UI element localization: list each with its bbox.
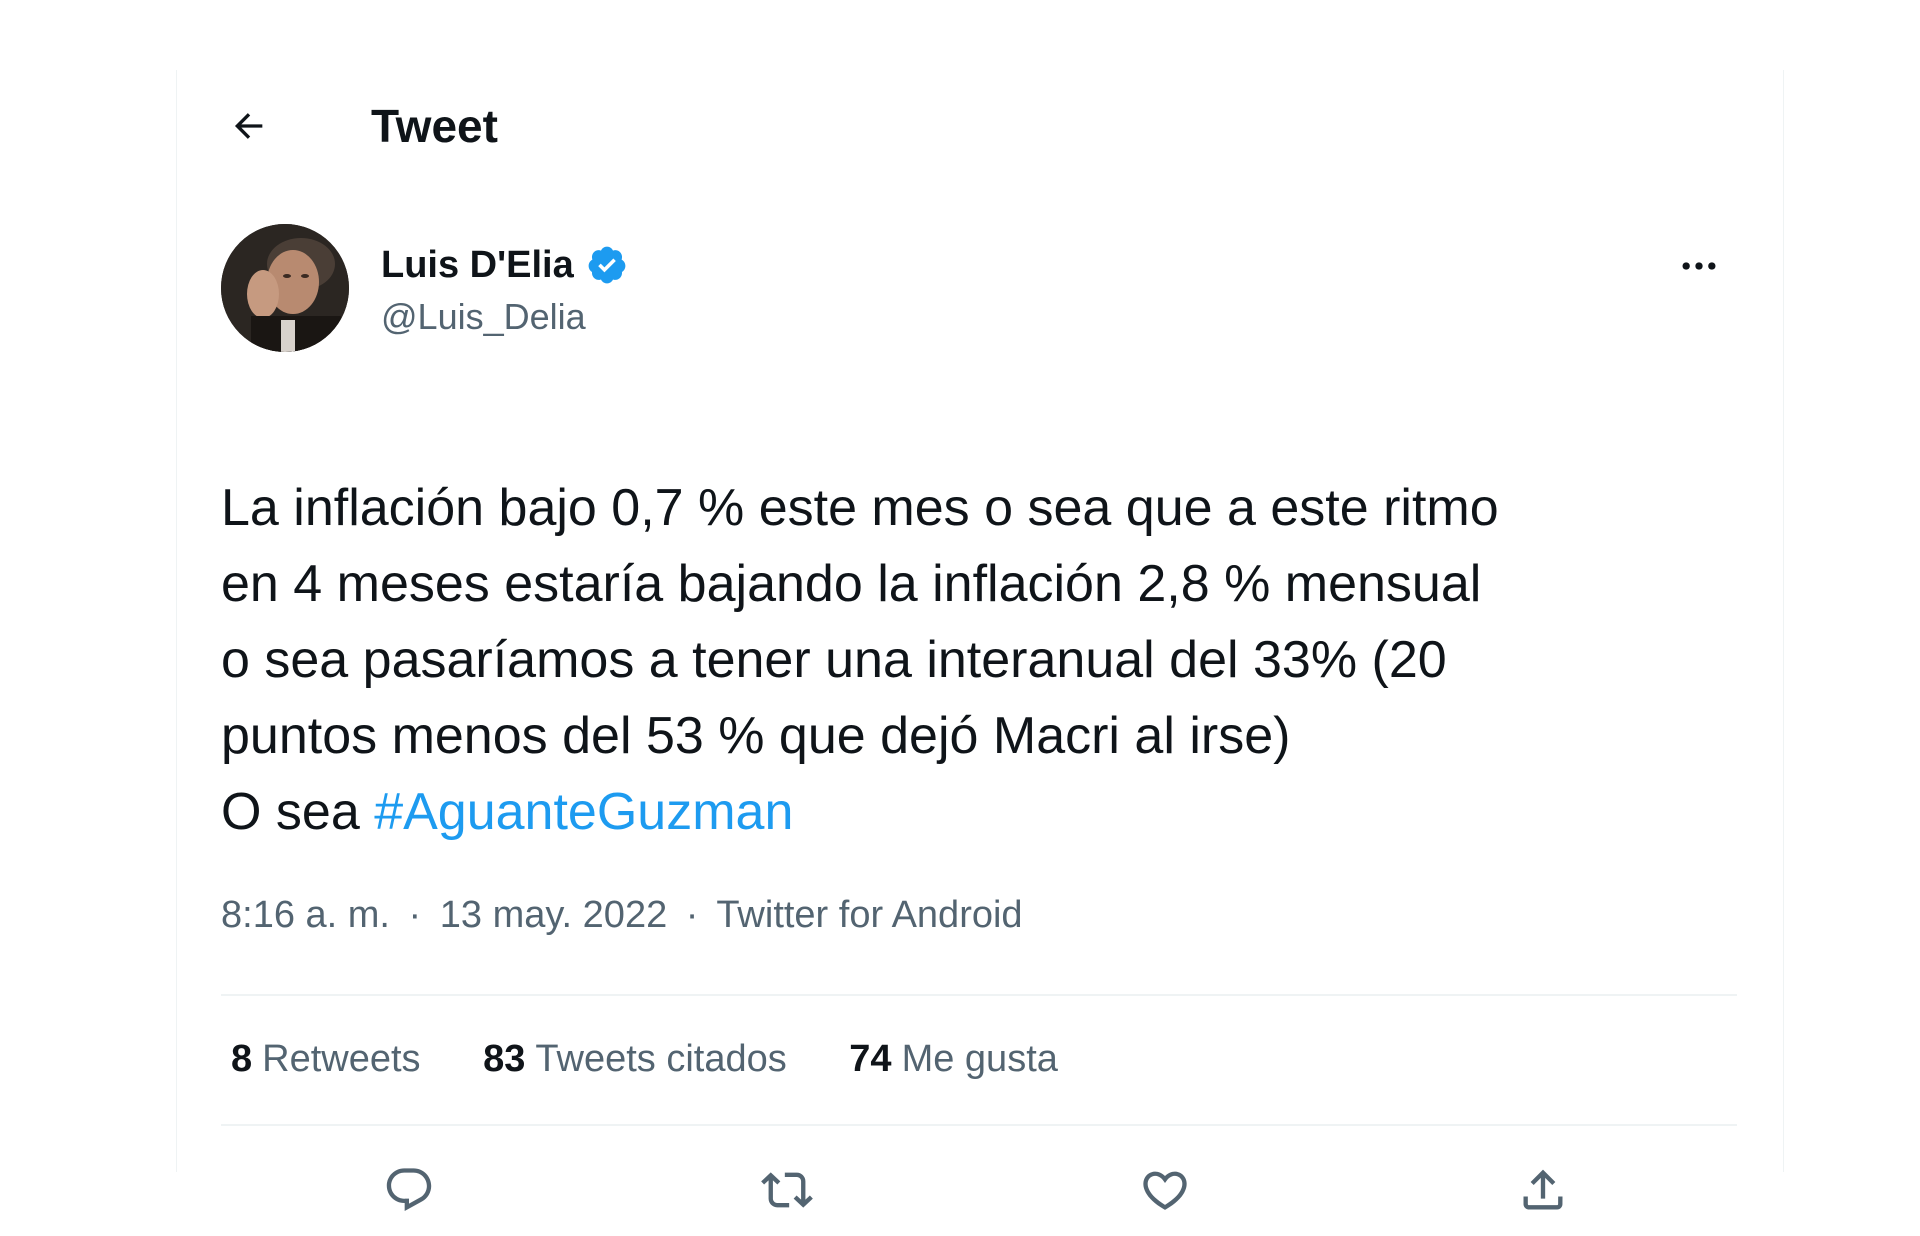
- divider: [221, 1124, 1737, 1126]
- reply-button[interactable]: [369, 1150, 449, 1230]
- page-title: Tweet: [371, 100, 498, 152]
- reply-icon: [386, 1168, 432, 1212]
- tweet-source[interactable]: Twitter for Android: [716, 894, 1022, 936]
- display-name[interactable]: Luis D'Elia: [381, 242, 574, 288]
- tweet-line: o sea pasaríamos a tener una interanual …: [221, 631, 1447, 689]
- hashtag-link[interactable]: #AguanteGuzman: [374, 783, 793, 841]
- tweet-line: en 4 meses estaría bajando la inflación …: [221, 555, 1482, 613]
- share-icon: [1523, 1169, 1563, 1210]
- tweet-line-last: O sea #AguanteGuzman: [221, 774, 1761, 850]
- meta-separator: ·: [408, 894, 422, 936]
- header: Tweet: [177, 70, 1783, 180]
- quotes-count: 83: [483, 1038, 526, 1080]
- more-icon: [1682, 262, 1716, 270]
- quotes-label: Tweets citados: [535, 1038, 787, 1080]
- tweet-meta: 8:16 a. m. · 13 may. 2022 · Twitter for …: [221, 892, 1023, 938]
- tweet-line: puntos menos del 53 % que dejó Macri al …: [221, 707, 1291, 765]
- heart-icon: [1143, 1171, 1187, 1210]
- name-block: Luis D'Elia @Luis_Delia: [381, 242, 628, 340]
- tweet-card: Tweet Luis D'Elia @Luis_Delia La inflaci…: [176, 70, 1784, 1212]
- tweet-text: La inflación bajo 0,7 % este mes o sea q…: [221, 470, 1761, 850]
- quote-tweets-stat[interactable]: 83 Tweets citados: [483, 1036, 787, 1082]
- retweet-button[interactable]: [747, 1150, 827, 1230]
- likes-stat[interactable]: 74 Me gusta: [849, 1036, 1058, 1082]
- divider: [221, 994, 1737, 996]
- back-button[interactable]: [217, 94, 281, 158]
- retweets-label: Retweets: [262, 1038, 421, 1080]
- verified-badge-icon: [588, 246, 626, 284]
- tweet-line: La inflación bajo 0,7 % este mes o sea q…: [221, 479, 1499, 537]
- tweet-stats: 8 Retweets 83 Tweets citados 74 Me gusta: [231, 1036, 1110, 1082]
- avatar-image: [221, 224, 349, 352]
- more-options-button[interactable]: [1667, 234, 1731, 298]
- user-handle[interactable]: @Luis_Delia: [381, 294, 628, 340]
- tweet-time[interactable]: 8:16 a. m.: [221, 894, 390, 936]
- likes-count: 74: [849, 1038, 892, 1080]
- meta-separator: ·: [685, 894, 699, 936]
- share-button[interactable]: [1503, 1150, 1583, 1230]
- like-button[interactable]: [1125, 1150, 1205, 1230]
- retweets-stat[interactable]: 8 Retweets: [231, 1036, 421, 1082]
- retweets-count: 8: [231, 1038, 253, 1080]
- arrow-left-icon: [234, 113, 263, 139]
- tweet-line-prefix: O sea: [221, 783, 375, 841]
- action-bar: [221, 1150, 1737, 1230]
- author-row: Luis D'Elia @Luis_Delia: [221, 224, 1731, 354]
- tweet-date[interactable]: 13 may. 2022: [440, 894, 667, 936]
- retweet-icon: [761, 1172, 813, 1208]
- avatar[interactable]: [221, 224, 349, 352]
- likes-label: Me gusta: [901, 1038, 1058, 1080]
